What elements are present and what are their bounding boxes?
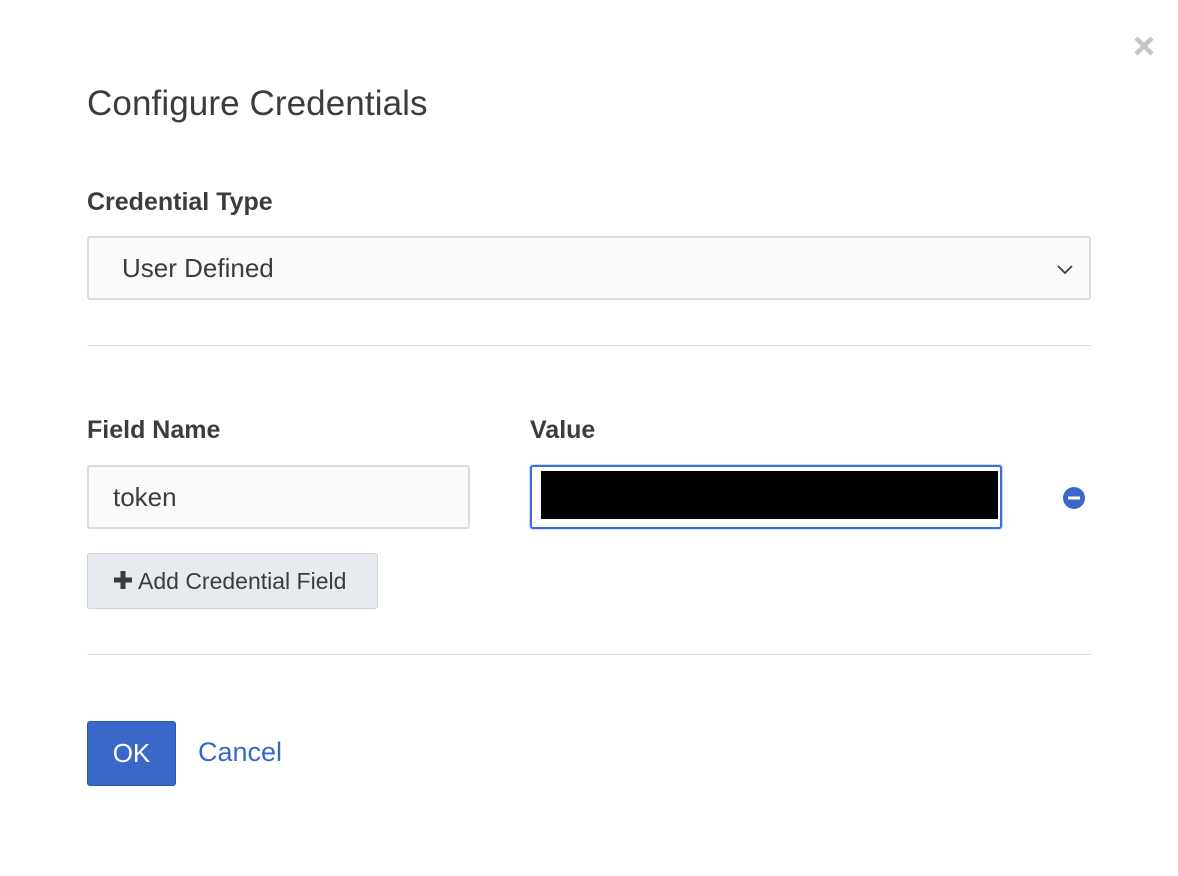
value-input[interactable] bbox=[530, 465, 1002, 529]
field-name-header: Field Name bbox=[87, 416, 221, 444]
minus-circle-icon[interactable] bbox=[1063, 487, 1085, 509]
cancel-link[interactable]: Cancel bbox=[198, 737, 282, 768]
configure-credentials-dialog: Configure Credentials Credential Type Us… bbox=[0, 0, 1178, 876]
credential-type-selected-value: User Defined bbox=[122, 253, 274, 283]
credential-type-select[interactable]: User Defined bbox=[87, 236, 1091, 300]
value-header: Value bbox=[530, 416, 596, 444]
redacted-value bbox=[541, 471, 998, 519]
field-name-input[interactable]: token bbox=[87, 465, 470, 529]
add-credential-field-label: Add Credential Field bbox=[138, 568, 347, 594]
dialog-title: Configure Credentials bbox=[87, 84, 428, 123]
chevron-down-icon bbox=[1057, 265, 1073, 275]
close-icon[interactable] bbox=[1131, 33, 1157, 59]
ok-button[interactable]: OK bbox=[87, 721, 176, 786]
section-divider bbox=[87, 345, 1091, 346]
footer-divider bbox=[87, 654, 1091, 655]
add-credential-field-button[interactable]: Add Credential Field bbox=[87, 553, 378, 609]
field-name-input-value: token bbox=[113, 482, 177, 512]
credential-type-label: Credential Type bbox=[87, 188, 273, 216]
plus-icon bbox=[114, 571, 132, 589]
